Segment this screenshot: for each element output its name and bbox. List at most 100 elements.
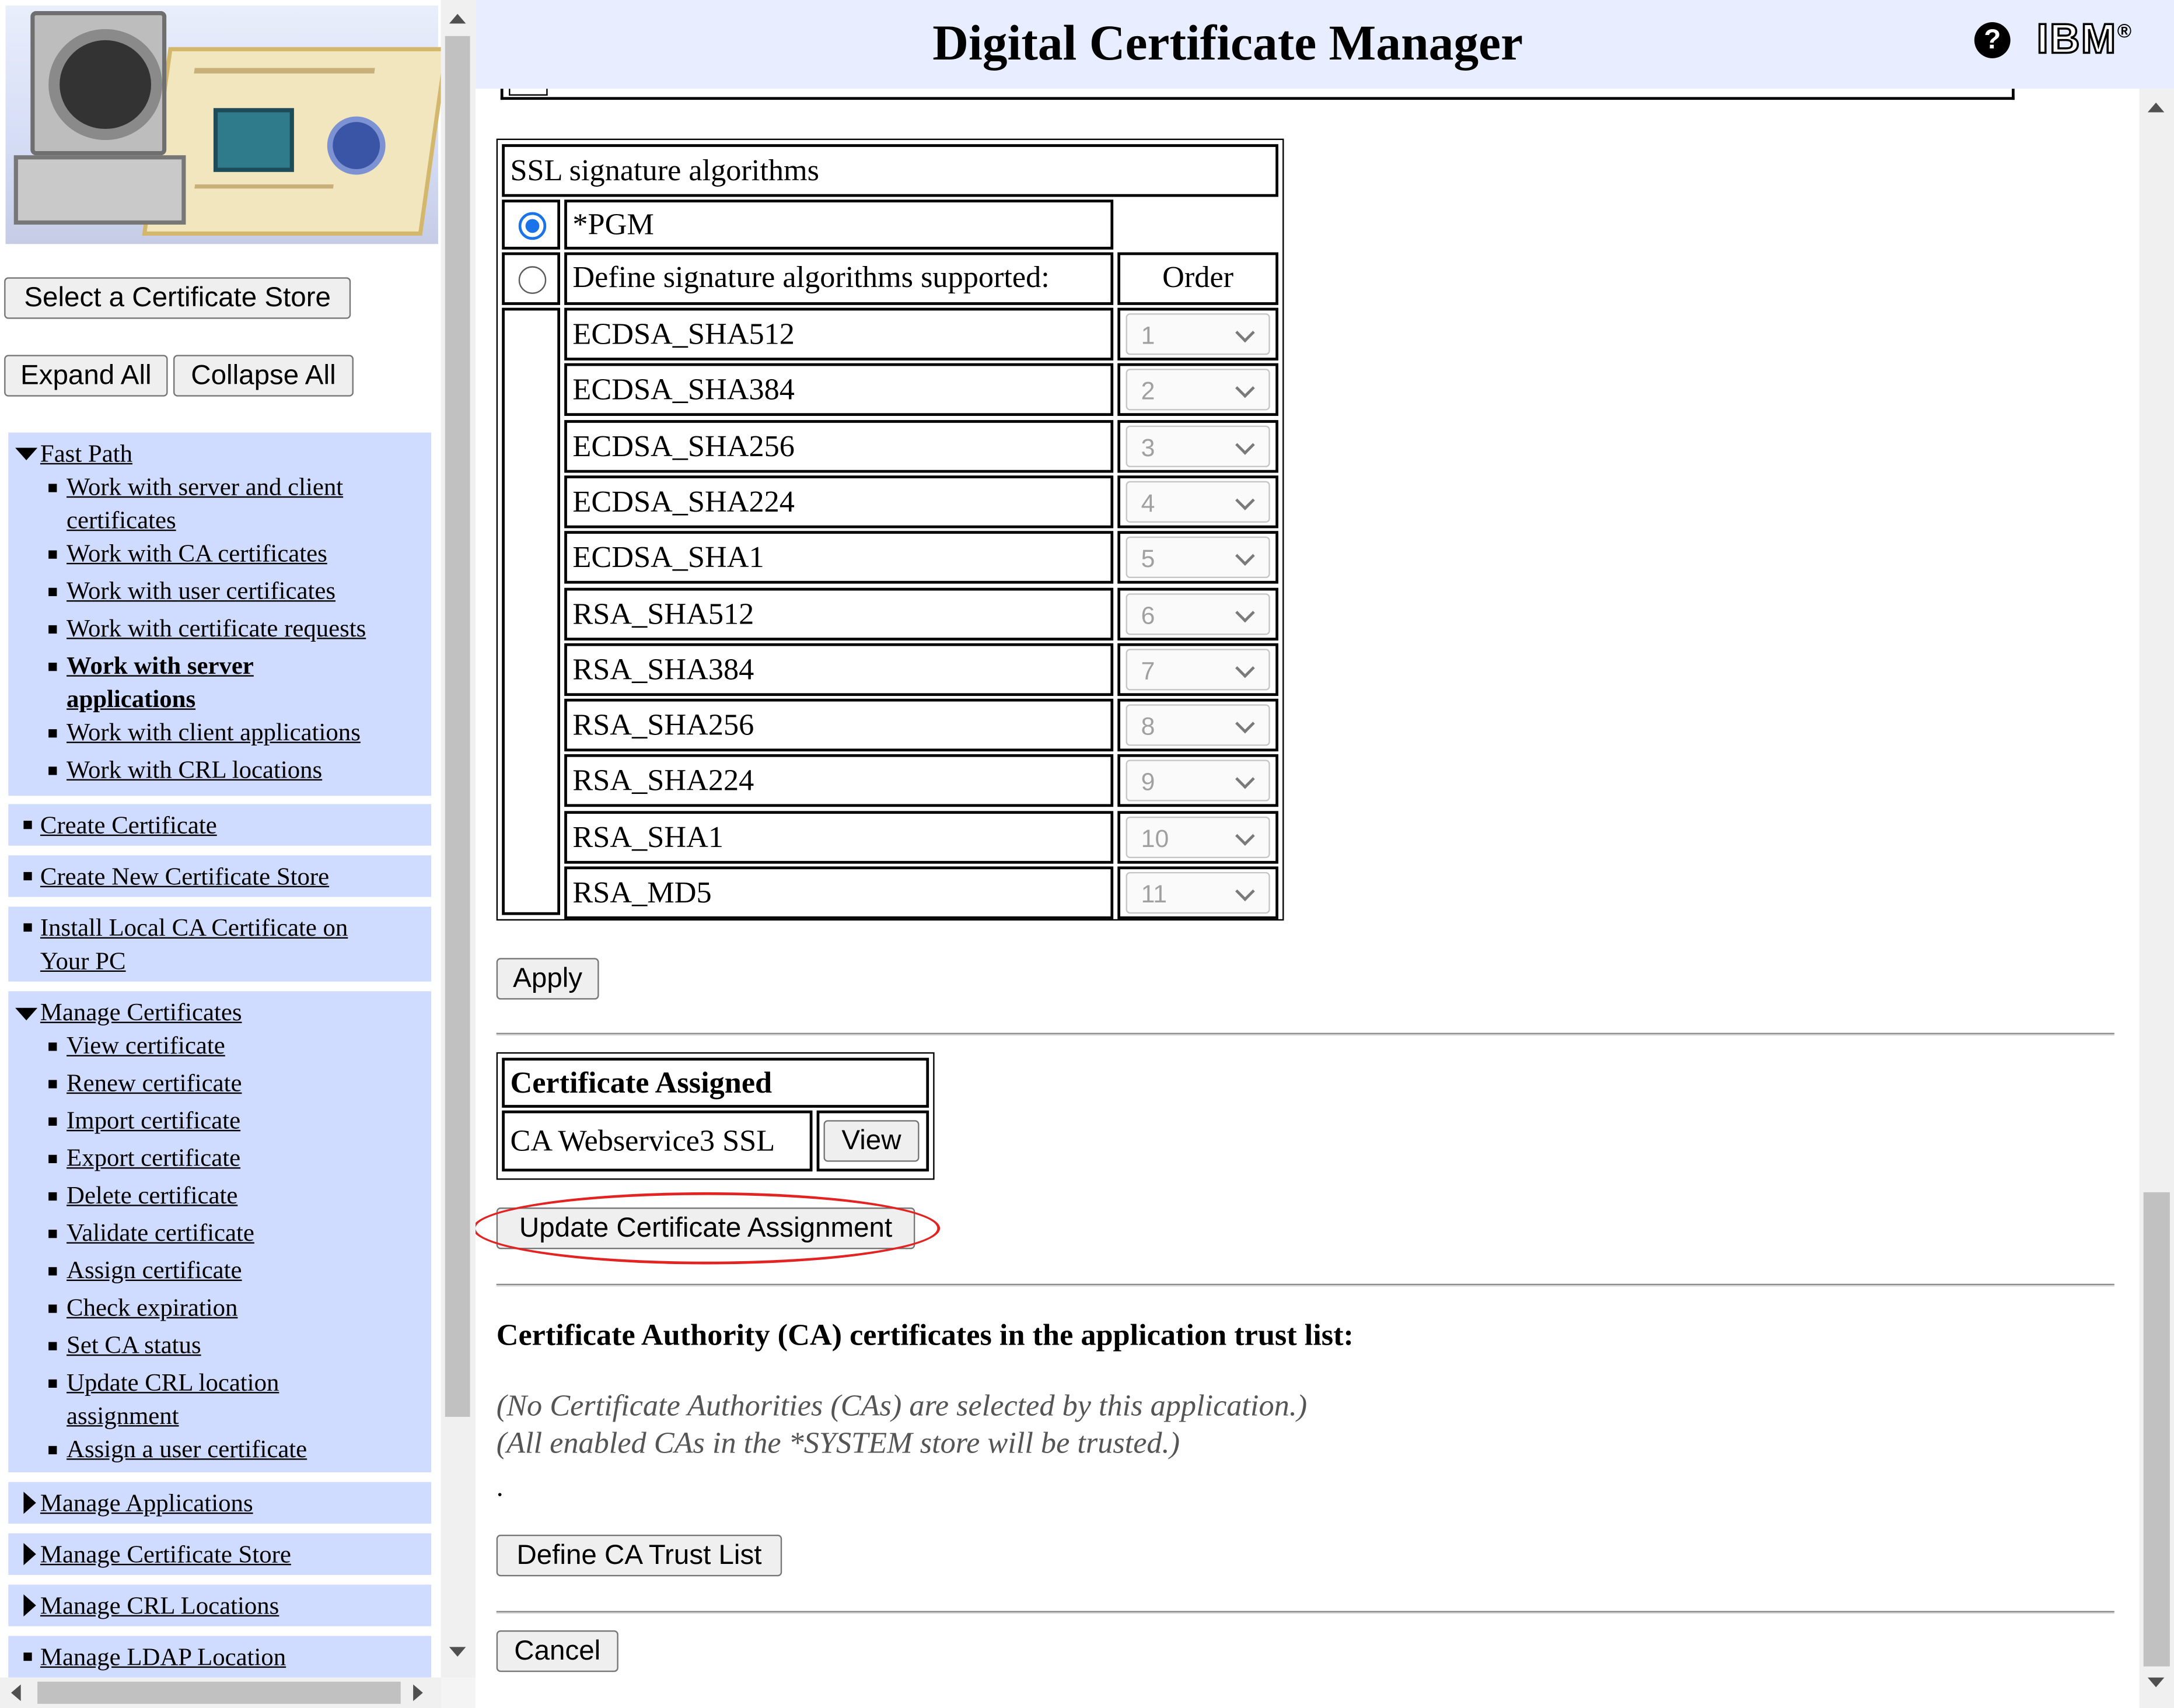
bullet-icon xyxy=(48,729,57,738)
install-local-ca-section: Install Local CA Certificate on Your PC xyxy=(8,907,432,982)
ssl-signature-algorithms-table: SSL signature algorithms *PGM Define sig… xyxy=(496,138,1284,921)
fast-path-link[interactable]: Fast Path xyxy=(40,437,132,470)
bullet-icon xyxy=(48,1230,57,1238)
ibm-logo: IBM® xyxy=(2036,16,2133,64)
fast-path-item-crl-locations[interactable]: Work with CRL locations xyxy=(48,753,322,786)
scroll-up-arrow-icon[interactable] xyxy=(449,13,466,24)
fast-path-item-user-certificates[interactable]: Work with user certificates xyxy=(48,574,335,607)
order-cell: 6 xyxy=(1117,587,1278,640)
apply-button[interactable]: Apply xyxy=(496,958,599,1000)
chevron-down-icon xyxy=(1235,435,1255,455)
navigation-vertical-scrollbar[interactable] xyxy=(441,0,476,1678)
fast-path-item-ca-certificates[interactable]: Work with CA certificates xyxy=(48,537,327,570)
computer-base-graphic xyxy=(13,155,186,225)
bullet-icon xyxy=(48,625,57,634)
computer-graphic xyxy=(30,11,167,156)
collapse-all-button[interactable]: Collapse All xyxy=(173,355,354,397)
manage-applications-link[interactable]: Manage Applications xyxy=(40,1486,253,1520)
bullet-icon xyxy=(48,587,57,596)
define-algorithms-radio-button[interactable] xyxy=(518,266,547,294)
manage-item-check-expiration[interactable]: Check expiration xyxy=(48,1291,237,1324)
fast-path-item-server-client-certificates[interactable]: Work with server and client certificates xyxy=(48,470,343,537)
order-select[interactable]: 1 xyxy=(1126,313,1270,355)
manage-item-set-ca-status[interactable]: Set CA status xyxy=(48,1328,201,1362)
order-cell: 10 xyxy=(1117,811,1278,864)
manage-item-export-certificate[interactable]: Export certificate xyxy=(48,1141,240,1174)
order-select[interactable]: 8 xyxy=(1126,704,1270,746)
create-certificate-link[interactable]: Create Certificate xyxy=(40,808,217,842)
scrollbar-thumb[interactable] xyxy=(37,1681,401,1704)
order-column-header: Order xyxy=(1117,252,1278,305)
define-ca-trust-list-button[interactable]: Define CA Trust List xyxy=(496,1534,782,1577)
order-select[interactable]: 7 xyxy=(1126,649,1270,691)
order-select[interactable]: 2 xyxy=(1126,369,1270,411)
manage-item-validate-certificate[interactable]: Validate certificate xyxy=(48,1216,254,1249)
page-header: Digital Certificate Manager ? IBM® xyxy=(476,0,2174,89)
order-select[interactable]: 3 xyxy=(1126,425,1270,467)
bullet-icon xyxy=(48,1342,57,1350)
bullet-icon xyxy=(23,872,32,881)
expanded-triangle-icon[interactable] xyxy=(15,1007,38,1021)
manage-item-delete-certificate[interactable]: Delete certificate xyxy=(48,1178,237,1212)
chevron-down-icon xyxy=(1235,658,1255,678)
manage-crl-locations-section: Manage CRL Locations xyxy=(8,1584,432,1626)
bullet-icon xyxy=(48,1117,57,1126)
manage-item-update-crl-location[interactable]: Update CRL location assignment xyxy=(48,1366,279,1432)
scrollbar-thumb[interactable] xyxy=(445,36,470,1417)
main-vertical-scrollbar[interactable] xyxy=(2139,89,2174,1708)
select-certificate-store-button[interactable]: Select a Certificate Store xyxy=(4,277,351,319)
order-cell: 9 xyxy=(1117,754,1278,807)
order-select[interactable]: 6 xyxy=(1126,593,1270,635)
order-select[interactable]: 4 xyxy=(1126,481,1270,523)
collapsed-triangle-icon[interactable] xyxy=(23,1594,36,1617)
scroll-left-arrow-icon[interactable] xyxy=(11,1684,21,1702)
scroll-right-arrow-icon[interactable] xyxy=(413,1684,423,1702)
pgm-radio-button[interactable] xyxy=(518,212,547,240)
bullet-icon xyxy=(48,1080,57,1088)
help-icon[interactable]: ? xyxy=(1974,22,2011,58)
order-select[interactable]: 9 xyxy=(1126,760,1270,802)
manage-item-view-certificate[interactable]: View certificate xyxy=(48,1028,225,1062)
order-select[interactable]: 5 xyxy=(1126,536,1270,579)
navigation-horizontal-scrollbar[interactable] xyxy=(0,1677,441,1708)
manage-crl-locations-link[interactable]: Manage CRL Locations xyxy=(40,1589,279,1622)
order-select[interactable]: 10 xyxy=(1126,816,1270,859)
manage-ldap-location-link[interactable]: Manage LDAP Location xyxy=(40,1640,286,1674)
collapsed-triangle-icon[interactable] xyxy=(23,1543,36,1566)
fast-path-item-certificate-requests[interactable]: Work with certificate requests xyxy=(48,611,366,645)
navigation-frame: Select a Certificate Store Expand All Co… xyxy=(0,0,476,1708)
manage-certificate-store-link[interactable]: Manage Certificate Store xyxy=(40,1538,291,1571)
scroll-down-arrow-icon[interactable] xyxy=(2147,1677,2165,1688)
bullet-icon xyxy=(23,1652,32,1661)
signature-algorithm-name: RSA_SHA512 xyxy=(564,587,1114,640)
collapsed-triangle-icon[interactable] xyxy=(23,1492,36,1514)
highlight-circle-annotation xyxy=(476,1192,941,1265)
order-cell: 2 xyxy=(1117,363,1278,416)
bullet-icon xyxy=(48,1304,57,1313)
manage-item-assign-user-certificate[interactable]: Assign a user certificate xyxy=(48,1432,307,1465)
manage-item-renew-certificate[interactable]: Renew certificate xyxy=(48,1066,242,1100)
expand-all-button[interactable]: Expand All xyxy=(4,355,168,397)
fast-path-item-client-applications[interactable]: Work with client applications xyxy=(48,715,361,748)
scrollbar-thumb[interactable] xyxy=(2143,1192,2170,1667)
chevron-down-icon xyxy=(1235,491,1255,510)
scroll-down-arrow-icon[interactable] xyxy=(449,1647,466,1657)
manage-certificates-link[interactable]: Manage Certificates xyxy=(40,995,242,1028)
view-button-cell: View xyxy=(816,1110,929,1172)
order-select[interactable]: 11 xyxy=(1126,872,1270,914)
scroll-up-arrow-icon[interactable] xyxy=(2147,102,2165,113)
manage-item-import-certificate[interactable]: Import certificate xyxy=(48,1104,240,1137)
divider xyxy=(496,1283,2114,1287)
signature-algorithm-name: ECDSA_SHA256 xyxy=(564,420,1114,473)
chevron-down-icon xyxy=(1235,546,1255,566)
order-select-value: 6 xyxy=(1141,601,1155,629)
create-new-certificate-store-link[interactable]: Create New Certificate Store xyxy=(40,860,329,893)
chevron-down-icon xyxy=(1235,603,1255,623)
manage-item-assign-certificate[interactable]: Assign certificate xyxy=(48,1253,242,1286)
install-local-ca-link[interactable]: Install Local CA Certificate on Your PC xyxy=(40,911,348,977)
fast-path-item-server-applications[interactable]: Work with server applications xyxy=(48,649,254,715)
view-certificate-button[interactable]: View xyxy=(823,1120,920,1162)
cancel-button[interactable]: Cancel xyxy=(496,1630,618,1672)
define-algorithms-option-label: Define signature algorithms supported: xyxy=(564,252,1114,305)
expanded-triangle-icon[interactable] xyxy=(15,447,38,461)
